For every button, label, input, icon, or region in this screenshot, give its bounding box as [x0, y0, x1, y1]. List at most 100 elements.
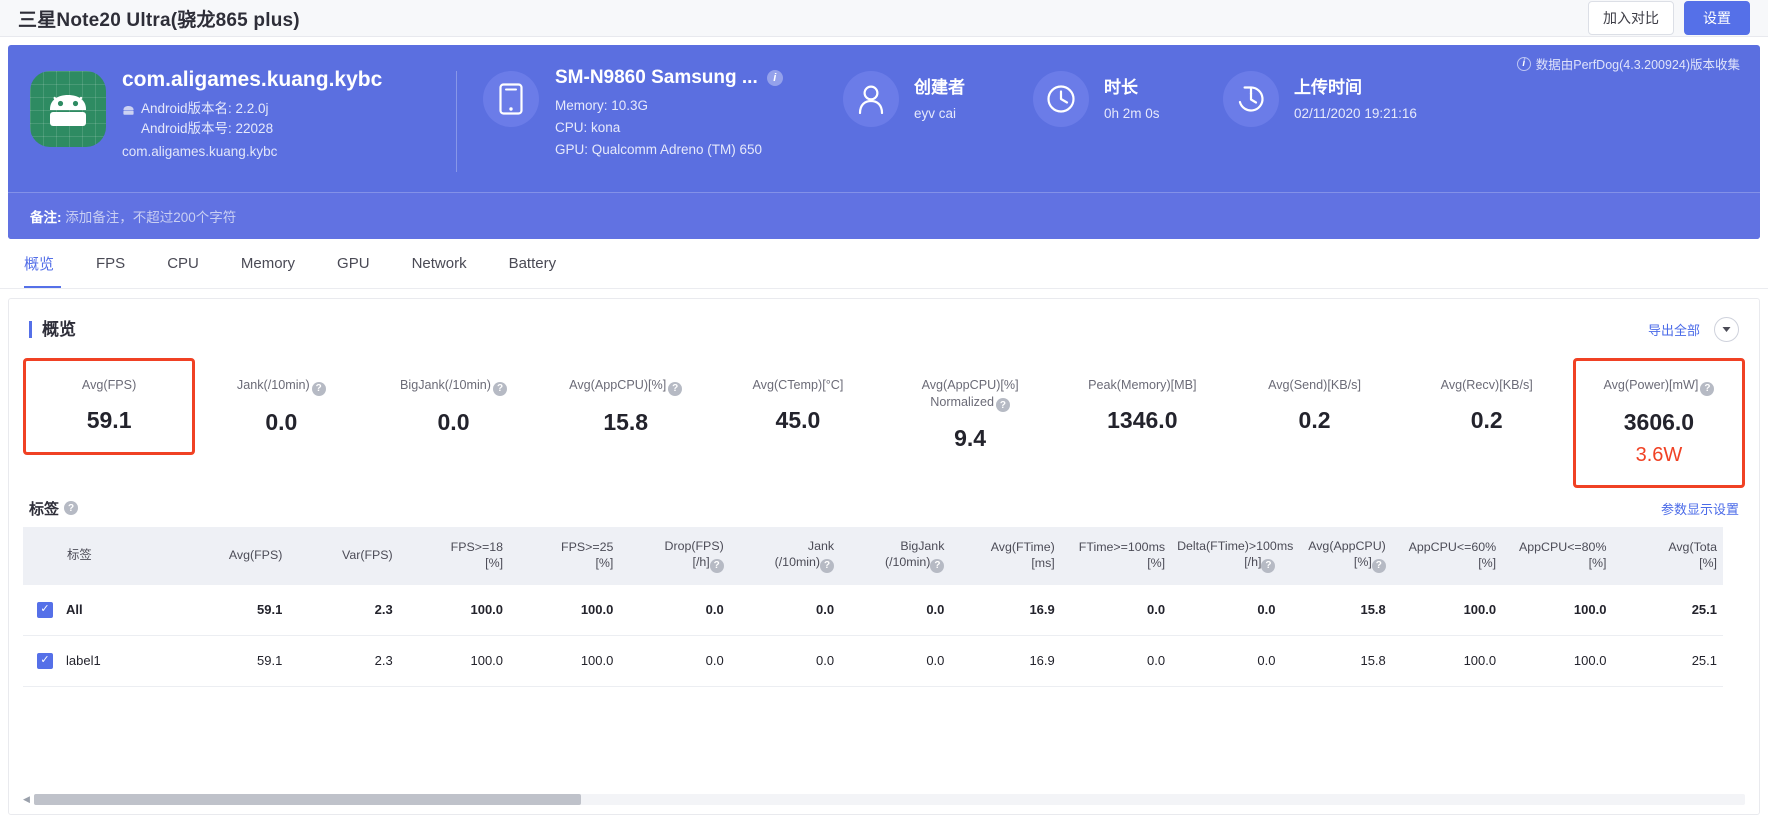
hero-main: com.aligames.kuang.kybc Android版本名: 2.2.…: [8, 45, 1760, 192]
device-cpu: CPU: kona: [555, 119, 621, 135]
tab-cpu[interactable]: CPU: [146, 239, 220, 288]
tab-overview[interactable]: 概览: [18, 239, 75, 288]
tab-fps[interactable]: FPS: [75, 239, 146, 288]
help-icon[interactable]: ?: [709, 558, 724, 573]
app-version-name: Android版本名: 2.2.0j: [141, 101, 269, 117]
metric-value: 0.0: [437, 408, 470, 435]
table-cell-value: 100.0: [509, 635, 620, 687]
app-version-row: Android版本名: 2.2.0j Android版本号: 22028: [122, 99, 382, 139]
table-cell-value: 100.0: [398, 584, 510, 636]
note-row[interactable]: 备注: 添加备注，不超过200个字符: [8, 192, 1760, 239]
info-icon: i: [1516, 56, 1531, 71]
scroll-left-arrow[interactable]: ◀: [23, 794, 30, 805]
metric-label: Avg(Power)[mW]?: [1580, 377, 1738, 396]
table-cell-value: 2.3: [288, 584, 399, 636]
table-cell-label: ✓ All: [23, 584, 178, 636]
table-column-header: 标签: [23, 526, 178, 585]
table-cell-value: 0.0: [840, 584, 951, 636]
table-cell-value: 100.0: [1502, 584, 1613, 636]
scrollbar-thumb[interactable]: [33, 793, 582, 805]
table-cell-value: 100.0: [1502, 635, 1613, 687]
add-to-compare-button[interactable]: 加入对比: [1588, 1, 1674, 35]
help-icon[interactable]: ?: [995, 398, 1010, 413]
help-icon[interactable]: ?: [1261, 558, 1276, 573]
help-icon[interactable]: ?: [493, 381, 507, 396]
row-checkbox[interactable]: ✓: [37, 601, 53, 618]
table-cell-value: 15.8: [1281, 584, 1392, 636]
note-input-placeholder[interactable]: 添加备注，不超过200个字符: [65, 210, 236, 225]
tab-network[interactable]: Network: [391, 239, 488, 288]
device-info-icon[interactable]: i: [766, 70, 783, 86]
labels-title-group: 标签 ?: [29, 498, 79, 519]
table-column-header: BigJank (/10min)?: [840, 526, 951, 585]
table-column-header: Avg(Tota [%]: [1612, 526, 1723, 585]
table-column-header: Drop(FPS) [/h]?: [619, 526, 730, 585]
android-app-icon: [30, 71, 106, 147]
scrollbar-track[interactable]: [33, 793, 1745, 805]
table-cell-value: 59.1: [178, 635, 289, 687]
tab-gpu[interactable]: GPU: [316, 239, 391, 288]
main-tabs: 概览 FPS CPU Memory GPU Network Battery: [0, 239, 1768, 289]
tab-battery[interactable]: Battery: [488, 239, 578, 288]
table-column-header: Delta(FTime)>100ms [/h]?: [1171, 526, 1293, 585]
metric-card: Avg(FPS) 59.1: [23, 358, 196, 455]
horizontal-scrollbar[interactable]: ◀: [23, 792, 1745, 806]
table-cell-value: 0.0: [840, 635, 951, 687]
app-version-lines: Android版本名: 2.2.0j Android版本号: 22028: [141, 99, 273, 139]
table-row[interactable]: ✓ label1 59.1 2.3 100.0 100.0 0.0 0.0 0.0 16.9 0.0…: [23, 635, 1723, 687]
help-icon[interactable]: ?: [668, 381, 683, 396]
table-cell-value: 0.0: [729, 635, 841, 687]
labels-table-body: ✓ All 59.1 2.3 100.0 100.0 0.0 0.0 0.0 16.9 0.0 0.0…: [23, 584, 1723, 687]
duration-title: 时长: [1104, 78, 1138, 97]
metric-value: 0.2: [1298, 406, 1331, 433]
help-icon[interactable]: ?: [1700, 381, 1715, 396]
android-robot-icon: [50, 94, 86, 126]
device-spec-lines: Memory: 10.3G CPU: kona GPU: Qualcomm Ad…: [555, 95, 783, 161]
overview-section-title: 概览: [29, 320, 76, 339]
labels-header: 标签 ? 参数显示设置: [9, 488, 1759, 527]
table-header-row: 标签 Avg(FPS) Var(FPS) FPS>=18 [%] FPS>=25 [%] Dr…: [23, 526, 1723, 585]
upload-time-icon-circle: [1223, 71, 1279, 127]
settings-button[interactable]: 设置: [1684, 1, 1750, 35]
app-name: com.aligames.kuang.kybc: [122, 68, 383, 91]
metric-value: 1346.0: [1107, 406, 1178, 433]
table-column-header: Var(FPS): [288, 526, 399, 585]
upload-time-block: 上传时间 02/11/2020 19:21:16: [1223, 67, 1417, 127]
overview-header-actions: 导出全部: [1648, 317, 1739, 342]
table-cell-value: 0.0: [1060, 584, 1172, 636]
history-icon: [1238, 86, 1264, 112]
duration-block: 时长 0h 2m 0s: [1033, 67, 1223, 127]
help-icon[interactable]: ?: [1371, 558, 1386, 573]
device-memory: Memory: 10.3G: [555, 98, 649, 113]
table-column-header: FPS>=25 [%]: [509, 526, 620, 585]
device-text-block: SM-N9860 Samsung ... i Memory: 10.3G CPU…: [555, 67, 783, 161]
app-text-block: com.aligames.kuang.kybc Android版本名: 2.2.…: [122, 67, 382, 159]
export-all-link[interactable]: 导出全部: [1648, 320, 1700, 339]
top-bar: 三星Note20 Ultra(骁龙865 plus) 加入对比 设置: [0, 0, 1768, 37]
table-column-header: Jank (/10min)?: [729, 526, 841, 585]
help-icon[interactable]: ?: [64, 501, 79, 516]
creator-title: 创建者: [914, 78, 965, 97]
table-column-header: AppCPU<=60% [%]: [1391, 526, 1503, 585]
creator-icon-circle: [843, 71, 899, 127]
collapse-toggle-button[interactable]: [1714, 317, 1739, 342]
help-icon[interactable]: ?: [930, 558, 945, 573]
table-row[interactable]: ✓ All 59.1 2.3 100.0 100.0 0.0 0.0 0.0 16.9 0.0 0.0…: [23, 584, 1723, 636]
table-column-header: FPS>=18 [%]: [398, 526, 510, 585]
labels-table: 标签 Avg(FPS) Var(FPS) FPS>=18 [%] FPS>=25 [%] Dr…: [23, 526, 1723, 687]
device-name: SM-N9860 Samsung ...: [555, 67, 758, 88]
help-icon[interactable]: ?: [820, 558, 835, 573]
metric-value: 15.8: [603, 408, 649, 435]
metric-value: 9.4: [954, 425, 987, 452]
table-cell-value: 100.0: [398, 635, 510, 687]
help-icon[interactable]: ?: [311, 381, 326, 396]
upload-time-value: 02/11/2020 19:21:16: [1294, 106, 1417, 121]
table-column-header: AppCPU<=80% [%]: [1502, 526, 1613, 585]
clock-icon: [1047, 85, 1075, 113]
param-display-settings-link[interactable]: 参数显示设置: [1661, 499, 1739, 518]
tab-memory[interactable]: Memory: [220, 239, 316, 288]
metric-label: Avg(AppCPU)[%]?: [547, 377, 705, 396]
phone-icon: [499, 83, 523, 115]
metric-label: Avg(Recv)[KB/s]: [1440, 378, 1533, 392]
row-checkbox[interactable]: ✓: [37, 652, 53, 669]
